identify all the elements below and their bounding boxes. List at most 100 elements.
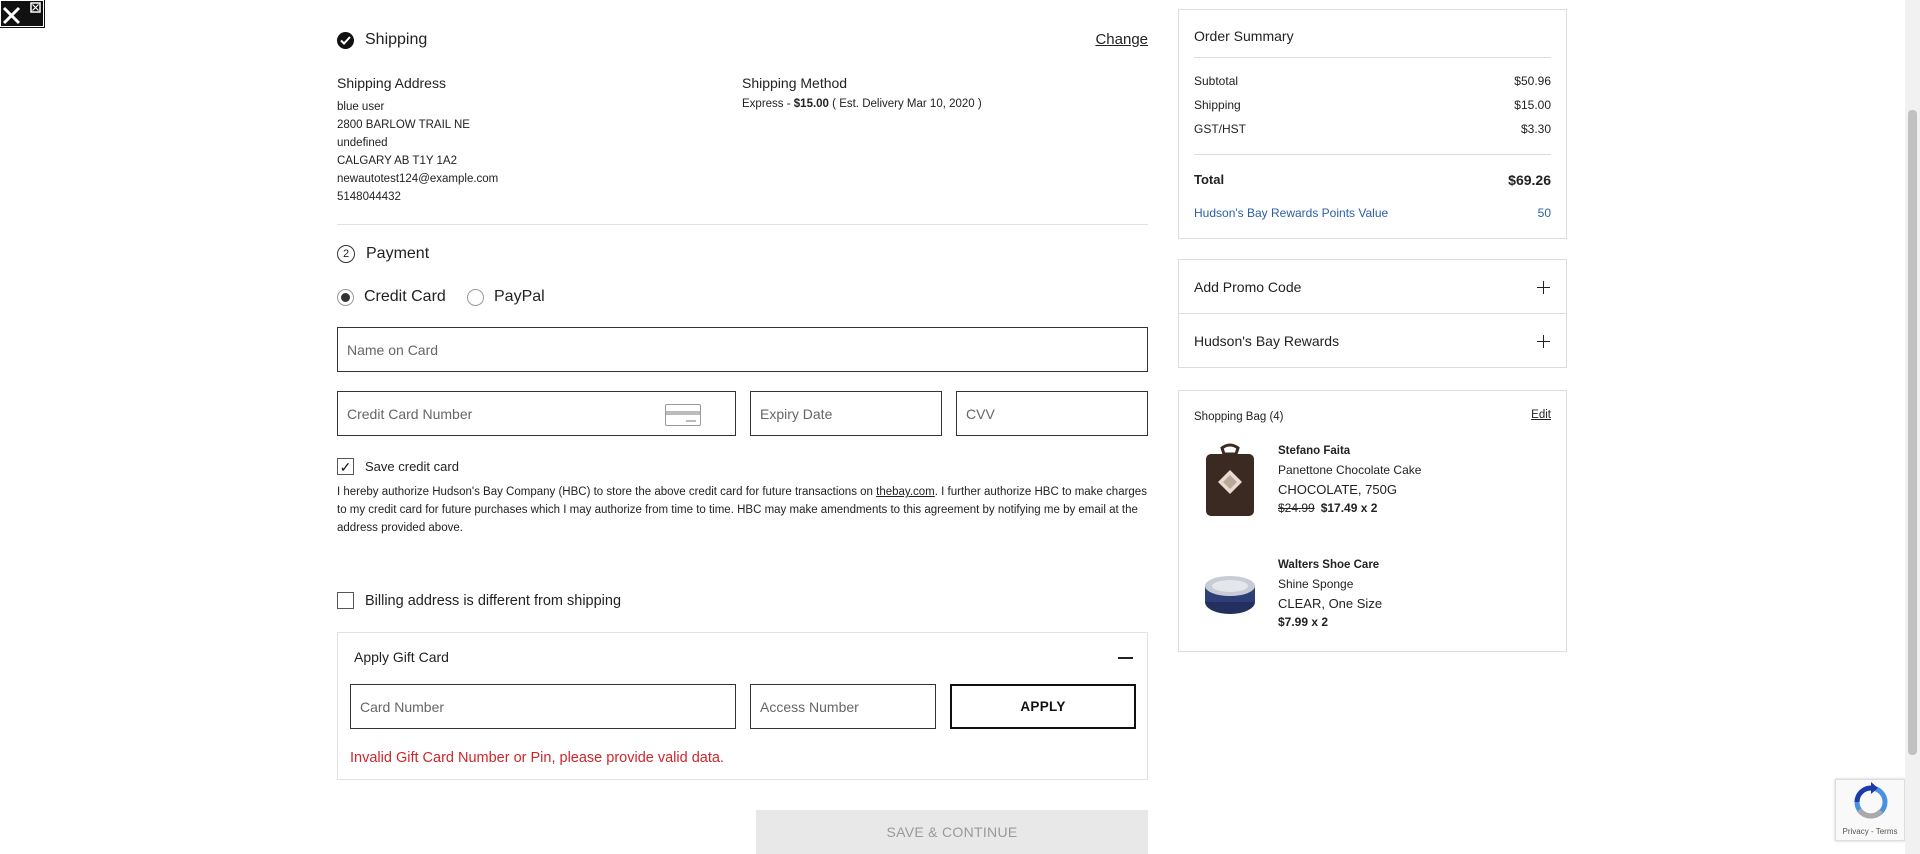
billing-different-checkbox[interactable]: Billing address is different from shippi… <box>337 592 621 609</box>
cvv-input[interactable]: CVV <box>956 391 1148 436</box>
save-card-checkbox[interactable]: ✓ Save credit card <box>337 458 459 475</box>
checkmark-icon <box>337 31 354 49</box>
shipping-cost-value: $15.00 <box>1514 98 1551 112</box>
address-line: CALGARY AB T1Y 1A2 <box>337 155 457 167</box>
change-shipping-link[interactable]: Change <box>1095 31 1148 48</box>
radio-selected-icon[interactable] <box>337 288 354 306</box>
item-price: $7.99 x 2 <box>1278 615 1329 629</box>
payment-title: Payment <box>366 245 430 262</box>
total-row: Total $69.26 <box>1194 172 1551 188</box>
shipping-row: Shipping $15.00 <box>1194 98 1551 112</box>
bag-item: Walters Shoe Care Shine Sponge CLEAR, On… <box>1194 556 1551 636</box>
payment-header: 2 Payment <box>337 245 429 263</box>
cvv-placeholder: CVV <box>966 405 995 422</box>
name-on-card-placeholder: Name on Card <box>347 341 439 358</box>
item-price: $24.99 $17.49 x 2 <box>1278 499 1421 518</box>
recaptcha-badge[interactable]: Privacy - Terms <box>1835 779 1905 841</box>
order-summary-title: Order Summary <box>1194 28 1294 44</box>
address-line: 5148044432 <box>337 191 401 203</box>
plus-icon[interactable] <box>1537 281 1550 294</box>
promo-code-accordion[interactable]: Add Promo Code <box>1178 259 1567 314</box>
tax-label: GST/HST <box>1194 122 1247 136</box>
address-line: 2800 BARLOW TRAIL NE <box>337 119 470 131</box>
total-label: Total <box>1194 172 1225 187</box>
recaptcha-icon <box>1854 782 1888 819</box>
tax-row: GST/HST $3.30 <box>1194 122 1551 136</box>
page-scrollbar[interactable] <box>1905 0 1920 854</box>
method-price: $15.00 <box>793 98 829 110</box>
collapse-minus-icon[interactable] <box>1118 657 1133 659</box>
tools-icon[interactable] <box>0 0 45 28</box>
gift-card-error: Invalid Gift Card Number or Pin, please … <box>350 750 724 766</box>
shipping-header: Shipping <box>337 31 427 49</box>
name-on-card-input[interactable]: Name on Card <box>337 327 1148 372</box>
subtotal-value: $50.96 <box>1514 74 1551 88</box>
order-summary: Order Summary Subtotal $50.96 Shipping $… <box>1178 9 1567 239</box>
edit-bag-link[interactable]: Edit <box>1531 409 1551 421</box>
access-number-placeholder: Access Number <box>760 698 859 715</box>
radio-unselected-icon[interactable] <box>467 288 484 306</box>
address-line: newautotest124@example.com <box>337 173 499 185</box>
rewards-accordion[interactable]: Hudson's Bay Rewards <box>1178 313 1567 368</box>
gift-card-number-input[interactable]: Card Number <box>350 684 736 729</box>
address-line: undefined <box>337 137 388 149</box>
bag-item: Stefano Faita Panettone Chocolate Cake C… <box>1194 442 1551 522</box>
section-divider <box>337 224 1148 225</box>
method-name: Express - <box>742 98 791 110</box>
item-details: Walters Shoe Care Shine Sponge CLEAR, On… <box>1278 556 1382 632</box>
paypal-label: PayPal <box>494 288 545 305</box>
subtotal-row: Subtotal $50.96 <box>1194 74 1551 88</box>
step-number: 2 <box>337 245 355 263</box>
method-delivery: ( Est. Delivery Mar 10, 2020 ) <box>832 98 982 110</box>
auth-text-part: I hereby authorize Hudson's Bay Company … <box>337 486 877 498</box>
promo-code-label: Add Promo Code <box>1194 279 1302 295</box>
thebay-link[interactable]: thebay.com <box>876 486 935 498</box>
item-variant: CHOCOLATE, 750G <box>1278 482 1397 497</box>
total-value: $69.26 <box>1508 172 1551 188</box>
plus-icon[interactable] <box>1537 335 1550 348</box>
authorization-text: I hereby authorize Hudson's Bay Company … <box>337 483 1148 537</box>
shipping-method-value: Express - $15.00 ( Est. Delivery Mar 10,… <box>742 98 982 110</box>
item-original-price: $24.99 <box>1278 501 1315 515</box>
shipping-method-label: Shipping Method <box>742 75 848 91</box>
tax-value: $3.30 <box>1520 122 1551 136</box>
save-continue-button[interactable]: SAVE & CONTINUE <box>756 810 1148 854</box>
summary-divider <box>1194 57 1551 58</box>
checkbox-checked-icon[interactable]: ✓ <box>337 458 354 475</box>
item-variant: CLEAR, One Size <box>1278 596 1383 611</box>
item-sale-price: $17.49 x 2 <box>1320 501 1378 515</box>
shipping-title: Shipping <box>365 31 428 48</box>
shipping-cost-label: Shipping <box>1194 98 1241 112</box>
shipping-address-label: Shipping Address <box>337 75 446 91</box>
apply-gift-card-button[interactable]: APPLY <box>950 684 1136 729</box>
scrollbar-thumb[interactable] <box>1908 110 1917 755</box>
credit-card-radio[interactable]: Credit Card <box>337 288 446 306</box>
expiry-placeholder: Expiry Date <box>760 405 833 422</box>
gift-card-number-placeholder: Card Number <box>360 698 445 715</box>
shopping-bag: Shopping Bag (4) Edit Stefano Faita Pane… <box>1178 390 1567 652</box>
expiry-date-input[interactable]: Expiry Date <box>750 391 942 436</box>
item-name: Panettone Chocolate Cake <box>1278 463 1422 477</box>
rewards-points-value: 50 <box>1537 206 1551 220</box>
item-brand: Walters Shoe Care <box>1278 559 1380 571</box>
address-line: blue user <box>337 101 385 113</box>
item-brand: Stefano Faita <box>1278 445 1351 457</box>
product-image-sponge <box>1194 556 1266 632</box>
shopping-bag-title: Shopping Bag (4) <box>1194 411 1284 423</box>
checkbox-unchecked-icon[interactable] <box>337 592 354 609</box>
shipping-address: blue user 2800 BARLOW TRAIL NE undefined… <box>337 98 498 206</box>
rewards-accordion-label: Hudson's Bay Rewards <box>1194 333 1340 349</box>
summary-divider <box>1194 154 1551 155</box>
access-number-input[interactable]: Access Number <box>750 684 936 729</box>
recaptcha-text[interactable]: Privacy - Terms <box>1836 827 1904 836</box>
credit-card-number-input[interactable]: Credit Card Number <box>337 391 736 436</box>
item-name: Shine Sponge <box>1278 577 1354 591</box>
item-details: Stefano Faita Panettone Chocolate Cake C… <box>1278 442 1421 518</box>
credit-card-icon <box>665 404 701 426</box>
credit-card-label: Credit Card <box>364 288 446 305</box>
card-number-placeholder: Credit Card Number <box>347 405 473 422</box>
paypal-radio[interactable]: PayPal <box>467 288 545 306</box>
save-card-label: Save credit card <box>365 459 459 474</box>
gift-card-panel: Apply Gift Card Card Number Access Numbe… <box>337 632 1148 780</box>
rewards-points-label: Hudson's Bay Rewards Points Value <box>1194 206 1389 220</box>
